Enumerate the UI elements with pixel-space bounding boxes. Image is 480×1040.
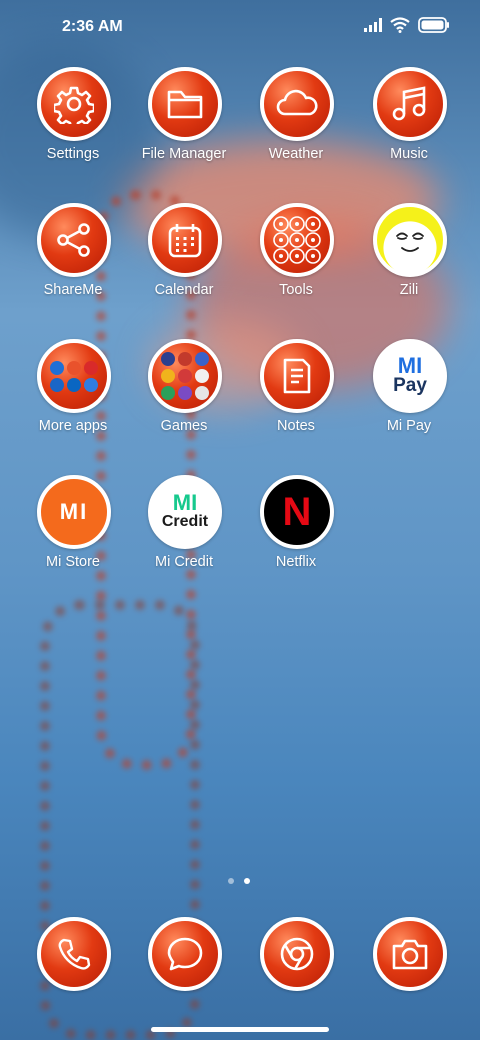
app-label: Weather	[268, 146, 324, 162]
tools-folder-icon	[260, 203, 334, 277]
app-label: Settings	[46, 146, 100, 162]
zili-face-icon	[373, 203, 447, 277]
dock-browser[interactable]	[240, 917, 352, 997]
app-label: Games	[160, 418, 208, 434]
app-label: ShareMe	[43, 282, 103, 298]
app-label: Mi Store	[46, 554, 100, 570]
mi-credit-logo-icon: MI Credit	[148, 475, 222, 549]
app-zili[interactable]: Zili	[353, 203, 465, 333]
mi-pay-logo-bottom: Pay	[393, 375, 427, 396]
status-bar: 2:36 AM	[0, 0, 480, 56]
folder-games[interactable]: Games	[128, 339, 240, 469]
app-file-manager[interactable]: File Manager	[128, 67, 240, 197]
calendar-icon	[148, 203, 222, 277]
status-time: 2:36 AM	[62, 18, 123, 35]
cloud-icon	[260, 67, 334, 141]
page-dot	[228, 878, 234, 884]
system-icons	[364, 17, 450, 33]
dock-camera[interactable]	[353, 917, 465, 997]
page-indicator	[228, 878, 250, 884]
app-settings[interactable]: Settings	[17, 67, 129, 197]
dock-phone[interactable]	[17, 917, 129, 997]
app-mi-credit[interactable]: MI Credit Mi Credit	[128, 475, 240, 605]
netflix-logo-icon: N	[260, 475, 334, 549]
gear-icon	[37, 67, 111, 141]
app-label: Netflix	[275, 554, 317, 570]
notes-icon	[260, 339, 334, 413]
share-icon	[37, 203, 111, 277]
battery-icon	[418, 17, 449, 33]
app-label: File Manager	[141, 146, 227, 162]
more-apps-folder-icon	[37, 339, 111, 413]
signal-icon	[364, 18, 382, 32]
app-label: Notes	[277, 418, 315, 434]
app-mi-store[interactable]: MI Mi Store	[17, 475, 129, 605]
mi-store-logo-icon: MI	[37, 475, 111, 549]
mi-credit-logo-top: MI	[172, 490, 198, 515]
folder-tools[interactable]: Tools	[240, 203, 352, 333]
folder-more-apps[interactable]: More apps	[17, 339, 129, 469]
chat-bubble-icon	[148, 917, 222, 991]
app-mi-pay[interactable]: MI Pay Mi Pay	[353, 339, 465, 469]
app-weather[interactable]: Weather	[240, 67, 352, 197]
chrome-icon	[260, 917, 334, 991]
app-notes[interactable]: Notes	[240, 339, 352, 469]
app-label: Music	[390, 146, 428, 162]
camera-icon	[373, 917, 447, 991]
mi-pay-logo-icon: MI Pay	[373, 339, 447, 413]
dock-messages[interactable]	[128, 917, 240, 997]
app-netflix[interactable]: N Netflix	[240, 475, 352, 605]
app-label: More apps	[38, 418, 108, 434]
home-indicator[interactable]	[151, 1027, 329, 1032]
folder-icon	[148, 67, 222, 141]
app-label: Calendar	[154, 282, 214, 298]
wifi-icon	[390, 17, 410, 33]
games-folder-icon	[148, 339, 222, 413]
mi-pay-logo-top: MI	[397, 353, 423, 378]
app-music[interactable]: Music	[353, 67, 465, 197]
netflix-logo: N	[282, 489, 312, 534]
app-label: Tools	[279, 282, 313, 298]
app-label: Mi Credit	[154, 554, 213, 570]
phone-icon	[37, 917, 111, 991]
mi-store-logo: MI	[59, 499, 89, 524]
app-calendar[interactable]: Calendar	[128, 203, 240, 333]
page-dot-active	[244, 878, 250, 884]
mi-credit-logo-bottom: Credit	[161, 513, 209, 530]
app-shareme[interactable]: ShareMe	[17, 203, 129, 333]
app-label: Zili	[399, 282, 419, 298]
app-label: Mi Pay	[386, 418, 432, 434]
music-note-icon	[373, 67, 447, 141]
